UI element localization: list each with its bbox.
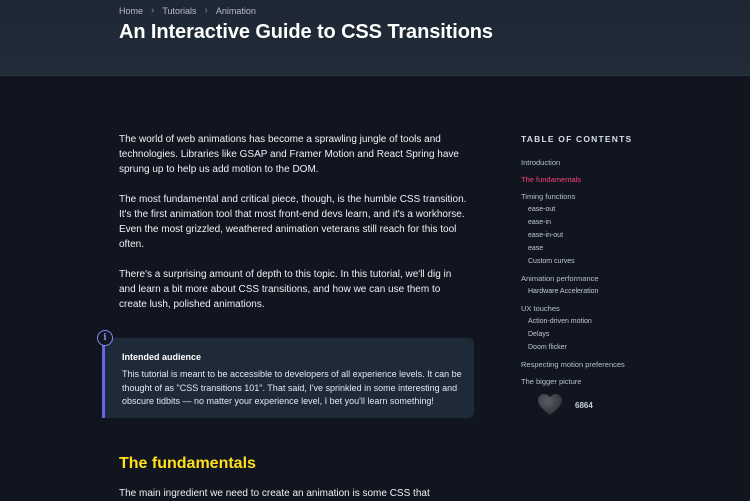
toc-item-respecting-motion-preferences[interactable]: Respecting motion preferences — [521, 358, 721, 371]
heart-icon[interactable] — [538, 394, 562, 416]
toc-item-custom-curves[interactable]: Custom curves — [521, 255, 721, 268]
toc-item-animation-performance[interactable]: Animation performance — [521, 272, 721, 285]
toc-item-ux-touches[interactable]: UX touches — [521, 302, 721, 315]
chevron-right-icon: › — [151, 5, 155, 16]
fundamentals-paragraph: The main ingredient we need to create an… — [119, 488, 430, 499]
page-header: Home › Tutorials › Animation An Interact… — [0, 0, 750, 76]
toc-item-action-driven-motion[interactable]: Action-driven motion — [521, 315, 721, 328]
toc-item-ease-out[interactable]: ease-out — [521, 203, 721, 216]
callout-body: This tutorial is meant to be accessible … — [122, 369, 462, 406]
callout-title: Intended audience — [122, 352, 202, 362]
intro-paragraph-3: There's a surprising amount of depth to … — [119, 269, 452, 310]
table-of-contents: TABLE OF CONTENTS Introduction The fundam… — [521, 134, 721, 388]
toc-item-ease[interactable]: ease — [521, 242, 721, 255]
toc-list: Introduction The fundamentals Timing funct… — [521, 156, 721, 388]
intended-audience-callout: Intended audience This tutorial is meant… — [102, 338, 474, 418]
info-icon: i — [97, 330, 113, 346]
toc-item-ease-in-out[interactable]: ease-in-out — [521, 229, 721, 242]
chevron-right-icon: › — [204, 5, 208, 16]
toc-item-delays[interactable]: Delays — [521, 328, 721, 341]
toc-item-introduction[interactable]: Introduction — [521, 156, 721, 169]
like-count: 6864 — [575, 400, 593, 410]
breadcrumb: Home › Tutorials › Animation — [119, 5, 256, 16]
intro-paragraph-2: The most fundamental and critical piece,… — [119, 194, 467, 250]
intro-paragraph-1: The world of web animations has become a… — [119, 134, 459, 175]
toc-item-the-fundamentals[interactable]: The fundamentals — [521, 173, 721, 186]
toc-item-hardware-acceleration[interactable]: Hardware Acceleration — [521, 285, 721, 298]
breadcrumb-home[interactable]: Home — [119, 6, 143, 16]
like-widget: 6864 — [538, 394, 593, 416]
toc-item-timing-functions[interactable]: Timing functions — [521, 190, 721, 203]
toc-item-the-bigger-picture[interactable]: The bigger picture — [521, 375, 721, 388]
article-body: The world of web animations has become a… — [119, 132, 469, 327]
toc-item-ease-in[interactable]: ease-in — [521, 216, 721, 229]
toc-item-doom-flicker[interactable]: Doom flicker — [521, 341, 721, 354]
breadcrumb-tutorials[interactable]: Tutorials — [162, 6, 196, 16]
section-heading-fundamentals: The fundamentals — [119, 455, 256, 472]
breadcrumb-animation[interactable]: Animation — [216, 6, 256, 16]
page-title: An Interactive Guide to CSS Transitions — [119, 21, 493, 43]
toc-heading: TABLE OF CONTENTS — [521, 134, 633, 144]
